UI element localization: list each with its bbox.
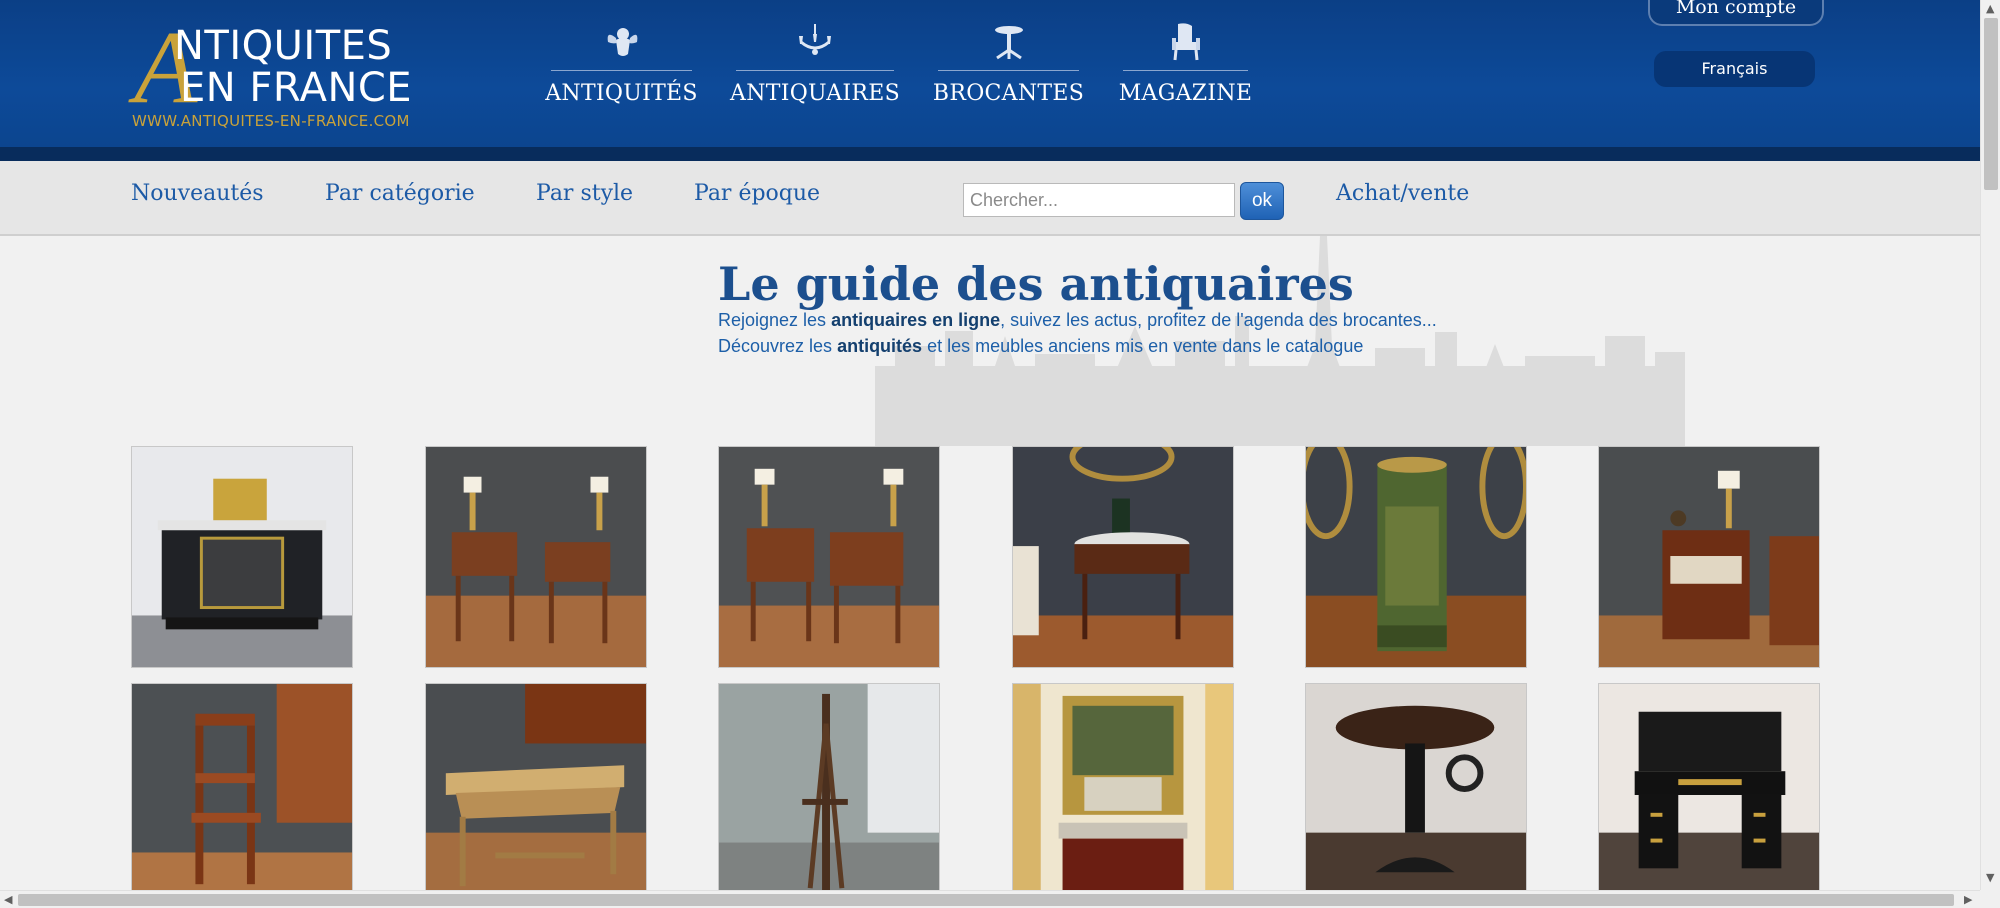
round-console-table-photo <box>1013 447 1233 667</box>
vertical-scrollbar[interactable]: ▲ ▼ <box>1980 0 2000 890</box>
product-tile-easel[interactable] <box>718 683 940 905</box>
scroll-down-arrow-icon[interactable]: ▼ <box>1986 872 1994 883</box>
pair-bedside-tables-photo-2 <box>719 447 939 667</box>
nav-rule <box>551 70 692 71</box>
black-lacquer-desk-photo <box>1599 684 1819 904</box>
nav-label-antiquites: ANTIQUITÉS <box>545 81 698 106</box>
nav-label-brocantes: BROCANTES <box>932 81 1085 106</box>
scroll-left-arrow-icon[interactable]: ◀ <box>4 894 12 905</box>
nav-label-antiquaires: ANTIQUAIRES <box>730 81 900 106</box>
link-par-epoque[interactable]: Par époque <box>694 181 820 206</box>
nav-rule <box>736 70 894 71</box>
horizontal-scrollbar[interactable]: ◀ ▶ <box>0 890 1980 908</box>
guide-line-1-c: , suivez les actus, profitez de l'agenda… <box>1000 310 1437 330</box>
nav-antiquaires[interactable]: ANTIQUAIRES <box>730 22 900 112</box>
category-nav: Nouveautés Par catégorie Par style Par é… <box>0 161 1980 236</box>
vertical-scroll-thumb[interactable] <box>1984 18 1998 190</box>
product-tile-side-cabinet[interactable] <box>1598 446 1820 668</box>
chandelier-icon <box>799 24 831 55</box>
painted-trumeau-commode-photo <box>1013 684 1233 904</box>
product-tile-bedside-tables-2[interactable] <box>718 446 940 668</box>
nav-antiquites[interactable]: ANTIQUITÉS <box>545 22 697 112</box>
guide-link-antiquites[interactable]: antiquités <box>837 336 922 356</box>
nav-rule <box>938 70 1079 71</box>
logo-line2: EN FRANCE <box>180 65 413 111</box>
guide-title: Le guide des antiquaires <box>718 257 1354 311</box>
product-tile-boulle-credenza[interactable] <box>131 446 353 668</box>
product-tile-step-chair[interactable] <box>131 683 353 905</box>
industrial-crank-table-photo <box>1306 684 1526 904</box>
guide-link-antiquaires[interactable]: antiquaires en ligne <box>831 310 1000 330</box>
logo-line1: NTIQUITES <box>174 23 393 69</box>
guide-line-1-a: Rejoignez les <box>718 310 832 330</box>
link-par-categorie[interactable]: Par catégorie <box>325 181 475 206</box>
site-header: A NTIQUITES EN FRANCE WWW.ANTIQUITES-EN-… <box>0 0 1980 147</box>
guide-line-1: Rejoignez les antiquaires en ligne, suiv… <box>718 310 1437 331</box>
cherub-icon <box>607 28 637 56</box>
scrollbar-corner <box>1980 890 2000 908</box>
link-nouveautes[interactable]: Nouveautés <box>131 181 264 206</box>
scroll-up-arrow-icon[interactable]: ▲ <box>1986 3 1994 14</box>
boulle-credenza-photo <box>132 447 352 667</box>
header-band <box>0 147 1980 161</box>
search-ok-button[interactable]: ok <box>1240 182 1284 220</box>
guide-line-2: Découvrez les antiquités et les meubles … <box>718 336 1363 357</box>
product-tile-trumeau-commode[interactable] <box>1012 683 1234 905</box>
link-achat-vente[interactable]: Achat/vente <box>1336 181 1469 206</box>
product-tile-crank-table[interactable] <box>1305 683 1527 905</box>
nav-rule <box>1123 70 1248 71</box>
product-tile-umbrella-stand[interactable] <box>1305 446 1527 668</box>
horizontal-scroll-thumb[interactable] <box>18 894 1954 906</box>
mahogany-side-cabinet-photo <box>1599 447 1819 667</box>
site-logo[interactable]: A NTIQUITES EN FRANCE WWW.ANTIQUITES-EN-… <box>130 16 440 134</box>
painted-umbrella-stand-photo <box>1306 447 1526 667</box>
nav-brocantes[interactable]: BROCANTES <box>933 22 1084 112</box>
logo-url: WWW.ANTIQUITES-EN-FRANCE.COM <box>132 112 410 130</box>
carved-oak-table-photo <box>426 684 646 904</box>
library-step-chair-photo <box>132 684 352 904</box>
guide-line-2-c: et les meubles anciens mis en vente dans… <box>922 336 1364 356</box>
guide-line-2-a: Découvrez les <box>718 336 838 356</box>
account-button[interactable]: Mon compte <box>1648 0 1824 26</box>
scroll-right-arrow-icon[interactable]: ▶ <box>1964 894 1972 905</box>
product-tile-lacquer-desk[interactable] <box>1598 683 1820 905</box>
product-tile-round-console[interactable] <box>1012 446 1234 668</box>
search-input[interactable] <box>963 183 1235 217</box>
pair-bedside-tables-photo-1 <box>426 447 646 667</box>
nav-label-magazine: MAGAZINE <box>1118 81 1253 106</box>
gueridon-icon <box>994 26 1023 60</box>
product-tile-oak-table[interactable] <box>425 683 647 905</box>
painter-easel-photo <box>719 684 939 904</box>
armchair-icon <box>1171 23 1200 61</box>
nav-magazine[interactable]: MAGAZINE <box>1119 22 1252 112</box>
language-selector[interactable]: Français <box>1654 51 1815 87</box>
link-par-style[interactable]: Par style <box>536 181 633 206</box>
product-tile-bedside-tables-1[interactable] <box>425 446 647 668</box>
